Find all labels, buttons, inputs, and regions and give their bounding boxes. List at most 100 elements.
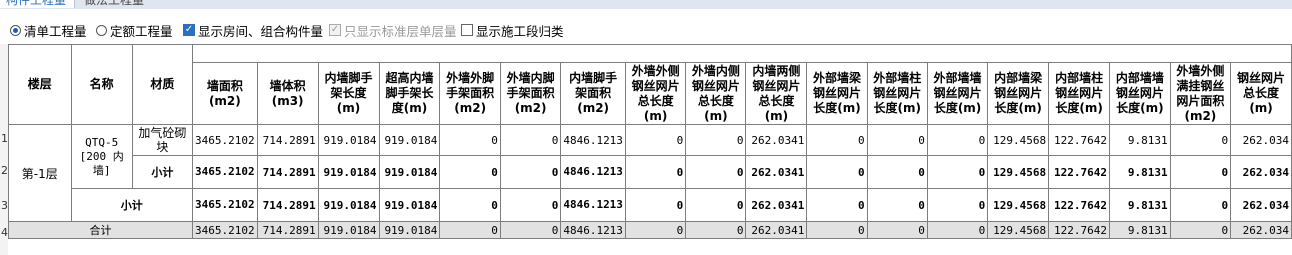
table-cell[interactable]: 0 [685, 188, 747, 222]
col-inner-wall-both-mesh-length-header[interactable]: 内墙两侧钢丝网片总长度(m) [745, 62, 808, 125]
table-cell[interactable]: 0 [439, 221, 501, 239]
table-cell[interactable]: 0 [685, 124, 747, 156]
table-cell[interactable]: 714.2891 [256, 221, 319, 239]
component-name-cell[interactable]: QTQ-5 [200 内墙] [70, 124, 133, 189]
table-cell[interactable]: 3465.2102 [192, 155, 258, 189]
table-cell[interactable]: 262.034 [1230, 155, 1292, 189]
table-cell[interactable]: 9.8131 [1109, 188, 1171, 222]
table-cell[interactable]: 4846.1213 [560, 124, 626, 156]
table-cell[interactable]: 9.8131 [1109, 155, 1171, 189]
table-cell[interactable]: 0 [499, 188, 562, 222]
table-cell[interactable]: 919.0184 [378, 155, 441, 189]
table-cell[interactable]: 0 [926, 221, 989, 239]
table-cell[interactable]: 262.0341 [745, 221, 808, 239]
table-cell[interactable]: 919.0184 [378, 188, 441, 222]
col-outer-column-mesh-length-header[interactable]: 外部墙柱钢丝网片长度(m) [866, 62, 928, 125]
table-cell[interactable]: 919.0184 [378, 124, 441, 156]
checkbox-show-room[interactable]: ✓ 显示房间、组合构件量 [183, 22, 323, 39]
radio-dinge-quantity[interactable]: 定额工程量 [96, 22, 173, 39]
table-cell[interactable]: 919.0184 [317, 124, 380, 156]
table-row[interactable]: 第-1层 QTQ-5 [200 内墙] 加气砼砌块 3465.2102 714.… [8, 124, 1292, 222]
table-cell[interactable]: 0 [1169, 124, 1232, 156]
radio-unselected-icon[interactable] [96, 24, 107, 36]
table-cell[interactable]: 262.034 [1230, 124, 1292, 156]
table-cell[interactable]: 9.8131 [1109, 221, 1171, 239]
checkbox-construction-section[interactable]: 显示施工段归类 [461, 22, 564, 39]
table-cell[interactable]: 0 [624, 155, 687, 189]
col-outer-wall-outer-scaffold-area-header[interactable]: 外墙外脚手架面积(m2) [439, 62, 501, 125]
table-cell[interactable]: 122.7642 [1048, 221, 1111, 239]
col-outer-wall-inner-scaffold-area-header[interactable]: 外墙内脚手架面积(m2) [499, 62, 562, 125]
table-cell[interactable]: 0 [866, 188, 928, 222]
table-cell[interactable]: 262.0341 [745, 155, 808, 189]
radio-selected-icon[interactable] [10, 24, 21, 36]
table-cell[interactable]: 3465.2102 [192, 221, 258, 239]
table-cell[interactable]: 0 [806, 155, 868, 189]
table-cell[interactable]: 262.0341 [745, 124, 808, 156]
subtotal-label[interactable]: 小计 [70, 188, 194, 222]
table-cell[interactable]: 129.4568 [987, 221, 1050, 239]
table-cell[interactable]: 0 [926, 188, 989, 222]
col-outer-wall-outer-mesh-length-header[interactable]: 外墙外侧钢丝网片总长度(m) [624, 62, 687, 125]
table-cell[interactable]: 919.0184 [317, 188, 380, 222]
table-cell[interactable]: 0 [685, 221, 747, 239]
table-cell[interactable]: 0 [499, 221, 562, 239]
checkbox-unchecked-icon[interactable] [461, 24, 473, 36]
col-floor-header[interactable]: 楼层 [8, 44, 72, 125]
table-cell[interactable]: 0 [439, 124, 501, 156]
table-cell[interactable]: 0 [624, 221, 687, 239]
table-cell[interactable]: 0 [1169, 188, 1232, 222]
table-cell[interactable]: 919.0184 [317, 155, 380, 189]
col-inner-scaffold-length-header[interactable]: 内墙脚手架长度(m) [317, 62, 380, 125]
table-cell[interactable]: 0 [926, 155, 989, 189]
radio-qingdan-quantity[interactable]: 清单工程量 [10, 22, 87, 39]
col-outer-wall-inner-mesh-length-header[interactable]: 外墙内侧钢丝网片总长度(m) [685, 62, 747, 125]
total-label[interactable]: 合计 [7, 221, 194, 239]
floor-cell[interactable]: 第-1层 [8, 124, 72, 222]
table-cell[interactable]: 0 [499, 155, 562, 189]
table-cell[interactable]: 919.0184 [317, 221, 380, 239]
table-cell[interactable]: 262.0341 [745, 188, 808, 222]
table-cell[interactable]: 0 [866, 124, 928, 156]
table-cell[interactable]: 0 [806, 124, 868, 156]
table-cell[interactable]: 0 [624, 188, 687, 222]
table-cell[interactable]: 0 [866, 155, 928, 189]
table-cell[interactable]: 4846.1213 [560, 221, 626, 239]
table-cell[interactable]: 0 [685, 155, 747, 189]
table-cell[interactable]: 0 [499, 124, 562, 156]
table-cell[interactable]: 0 [1169, 221, 1232, 239]
tab-method-quantity[interactable]: 做法工程量 [78, 0, 160, 8]
table-cell[interactable]: 3465.2102 [192, 188, 258, 222]
table-cell[interactable]: 4846.1213 [560, 188, 626, 222]
col-wall-area-header[interactable]: 墙面积(m2) [192, 62, 258, 125]
table-cell[interactable]: 129.4568 [987, 155, 1050, 189]
col-inner-column-mesh-length-header[interactable]: 内部墙柱钢丝网片长度(m) [1048, 62, 1111, 125]
col-inner-beam-mesh-length-header[interactable]: 内部墙梁钢丝网片长度(m) [987, 62, 1050, 125]
subtotal-label[interactable]: 小计 [131, 155, 194, 189]
col-wall-volume-header[interactable]: 墙体积(m3) [256, 62, 319, 125]
table-cell[interactable]: 3465.2102 [192, 124, 258, 156]
table-cell[interactable]: 0 [624, 124, 687, 156]
table-cell[interactable]: 122.7642 [1048, 124, 1111, 156]
table-cell[interactable]: 0 [926, 124, 989, 156]
table-cell[interactable]: 0 [1169, 155, 1232, 189]
table-cell[interactable]: 4846.1213 [560, 155, 626, 189]
col-material-header[interactable]: 材质 [131, 44, 194, 125]
col-inner-wall-mesh-length-header[interactable]: 内部墙墙钢丝网片长度(m) [1109, 62, 1171, 125]
table-cell[interactable]: 129.4568 [987, 124, 1050, 156]
col-outer-beam-mesh-length-header[interactable]: 外部墙梁钢丝网片长度(m) [806, 62, 868, 125]
table-cell[interactable]: 122.7642 [1048, 155, 1111, 189]
table-cell[interactable]: 129.4568 [987, 188, 1050, 222]
col-name-header[interactable]: 名称 [70, 44, 133, 125]
table-cell[interactable]: 122.7642 [1048, 188, 1111, 222]
table-cell[interactable]: 262.034 [1230, 188, 1292, 222]
table-cell[interactable]: 714.2891 [256, 124, 319, 156]
table-cell[interactable]: 714.2891 [256, 155, 319, 189]
material-cell[interactable]: 加气砼砌块 [131, 124, 194, 156]
total-row[interactable]: 合计 3465.2102 714.2891 919.0184 919.0184 … [7, 221, 1292, 239]
table-cell[interactable]: 0 [806, 221, 868, 239]
col-outer-wall-mesh-length-header[interactable]: 外部墙墙钢丝网片长度(m) [926, 62, 989, 125]
table-row[interactable]: 小计 3465.2102 714.2891 919.0184 919.0184 … [9, 188, 1292, 222]
table-cell[interactable]: 0 [439, 188, 501, 222]
table-cell[interactable]: 0 [866, 221, 928, 239]
